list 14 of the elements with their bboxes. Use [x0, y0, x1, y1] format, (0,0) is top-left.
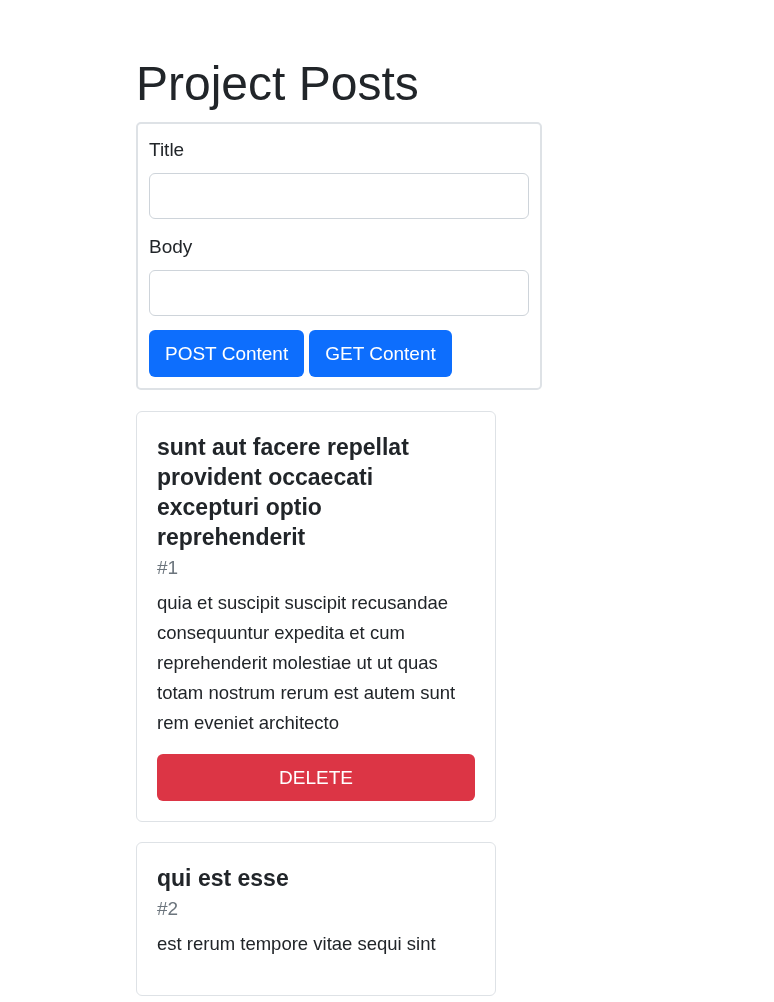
action-button[interactable]: GET Content: [309, 330, 452, 377]
input-field[interactable]: [149, 173, 529, 219]
field-label: Title: [149, 138, 186, 162]
field-label: Body: [149, 235, 194, 259]
post-number: #2: [157, 897, 180, 921]
input-field[interactable]: [149, 270, 529, 316]
post-body: quia et suscipit suscipit recusandae consequuntur expedita et cum reprehenderit molestiae ut ut quas totam nostrum rerum est autem sunt rem eveniet architecto: [157, 591, 457, 735]
post-title: qui est esse: [157, 864, 290, 893]
delete-button[interactable]: DELETE: [157, 754, 475, 801]
post-number: #1: [157, 556, 180, 580]
post-title: sunt aut facere repellat provident occaecati excepturi optio reprehenderit: [157, 433, 410, 552]
page-title: Project Posts: [136, 56, 420, 112]
action-button[interactable]: POST Content: [149, 330, 305, 377]
post-body: est rerum tempore vitae sequi sint: [157, 932, 437, 956]
